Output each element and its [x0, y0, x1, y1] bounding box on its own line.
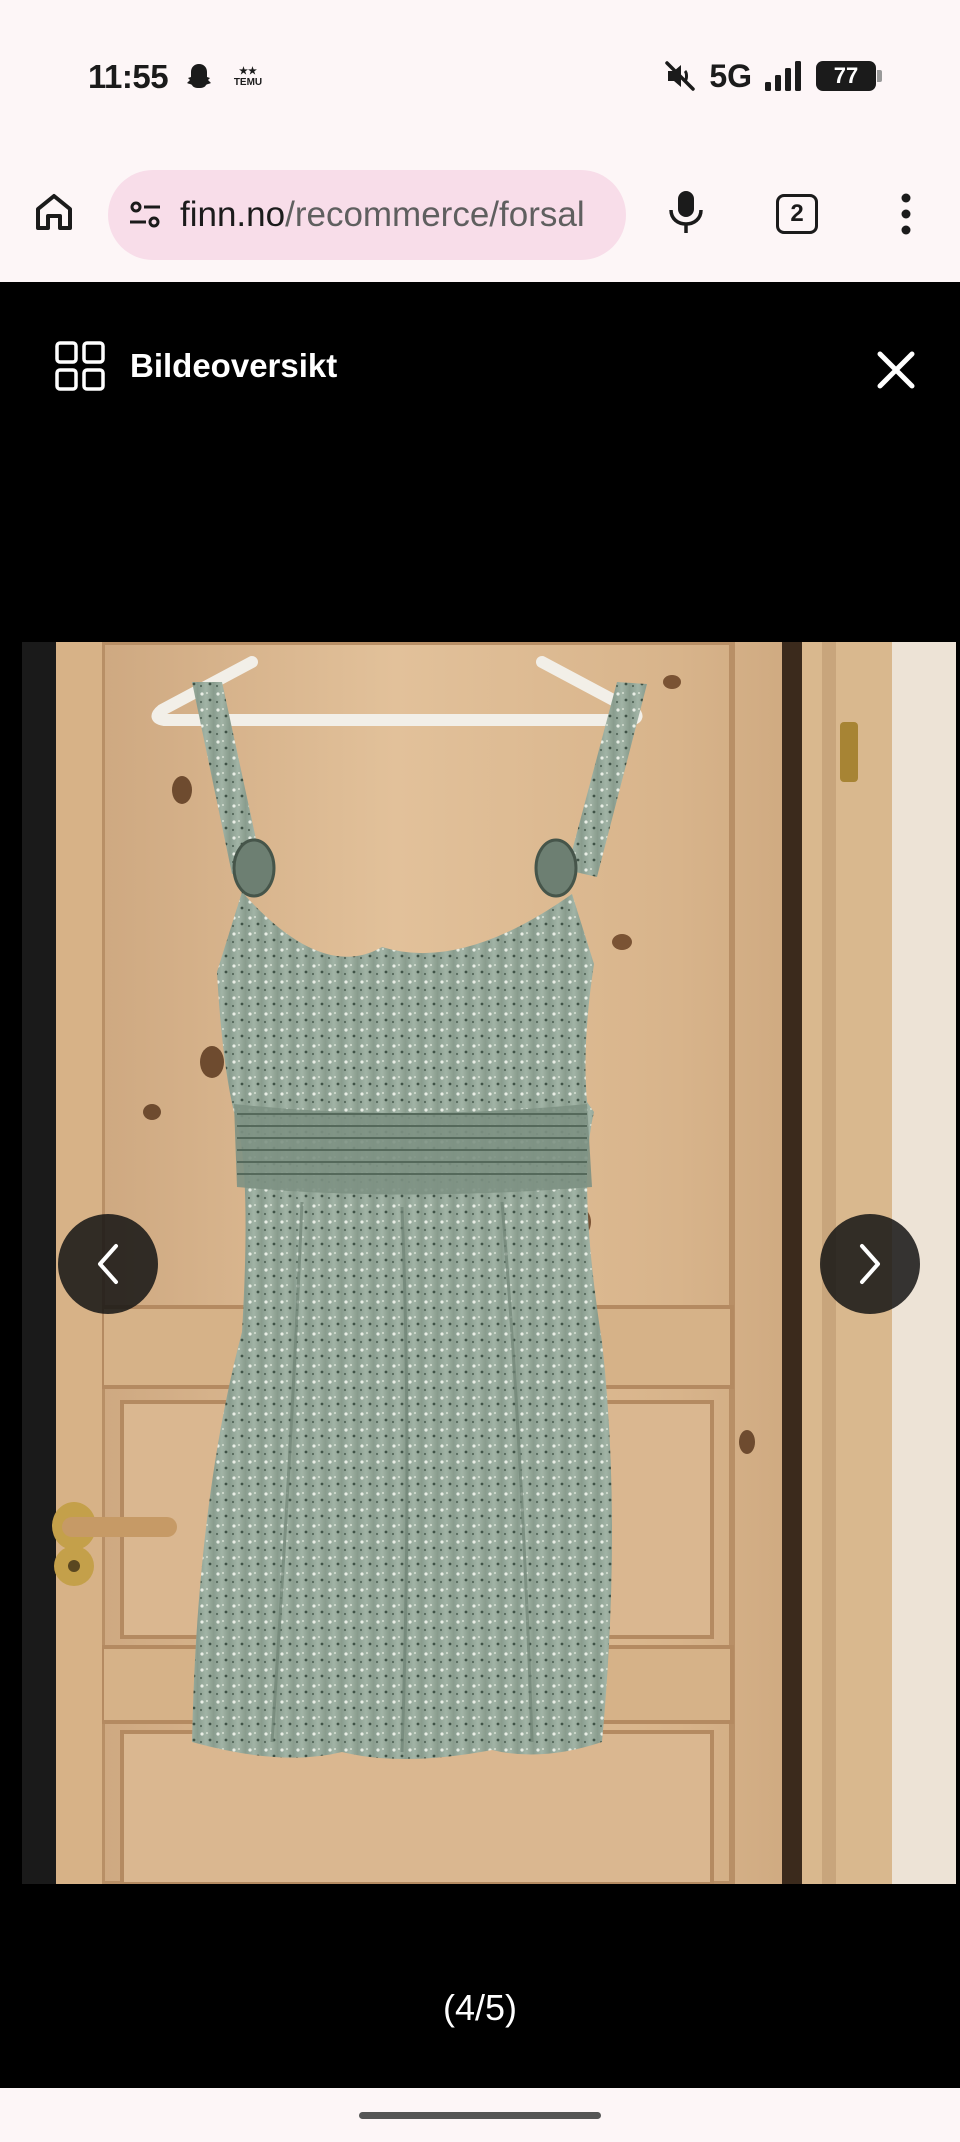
- image-viewer: Bildeoversikt (4/5): [0, 282, 960, 2088]
- url-path: /recommerce/forsal: [285, 195, 585, 234]
- snapchat-icon: [187, 64, 211, 88]
- battery-indicator: 77: [816, 61, 882, 91]
- signal-icon: [765, 61, 801, 91]
- url-domain: finn.no: [180, 195, 286, 234]
- network-type: 5G: [709, 57, 752, 94]
- temu-label: TEMU: [233, 77, 263, 88]
- url-text: finn.no/recommerce/forsal: [180, 195, 585, 235]
- browser-toolbar: finn.no/recommerce/forsal 2: [0, 160, 960, 282]
- chevron-right-icon: [860, 1244, 880, 1284]
- gesture-handle[interactable]: [359, 2112, 601, 2119]
- status-indicators: 5G 77: [663, 56, 882, 96]
- image-counter: (4/5): [442, 1987, 518, 2028]
- address-bar[interactable]: finn.no/recommerce/forsal: [108, 170, 626, 260]
- home-button[interactable]: [28, 186, 80, 238]
- grid-icon: [55, 341, 105, 391]
- status-time: 11:55: [88, 58, 169, 95]
- next-image-button[interactable]: [820, 1214, 920, 1314]
- chevron-left-icon: [98, 1244, 118, 1284]
- battery-level: 77: [833, 63, 859, 88]
- listing-photo[interactable]: [22, 642, 956, 1884]
- navigation-gesture-area: [0, 2088, 960, 2142]
- more-vert-icon[interactable]: [892, 190, 920, 238]
- previous-image-button[interactable]: [58, 1214, 158, 1314]
- mute-icon: [665, 61, 696, 91]
- status-bar: 11:55 ★★ TEMU 5G 77: [0, 0, 960, 160]
- tune-icon[interactable]: [126, 195, 166, 235]
- tab-switcher-button[interactable]: 2: [776, 194, 818, 234]
- image-overview-button[interactable]: Bildeoversikt: [54, 340, 337, 392]
- temu-notification-icon: ★★ TEMU: [230, 66, 266, 88]
- close-icon[interactable]: [874, 348, 918, 392]
- tab-count: 2: [790, 200, 804, 227]
- mic-icon[interactable]: [664, 188, 708, 236]
- viewer-title: Bildeoversikt: [130, 347, 338, 384]
- home-icon: [36, 194, 72, 230]
- dress-photo: [22, 642, 956, 1884]
